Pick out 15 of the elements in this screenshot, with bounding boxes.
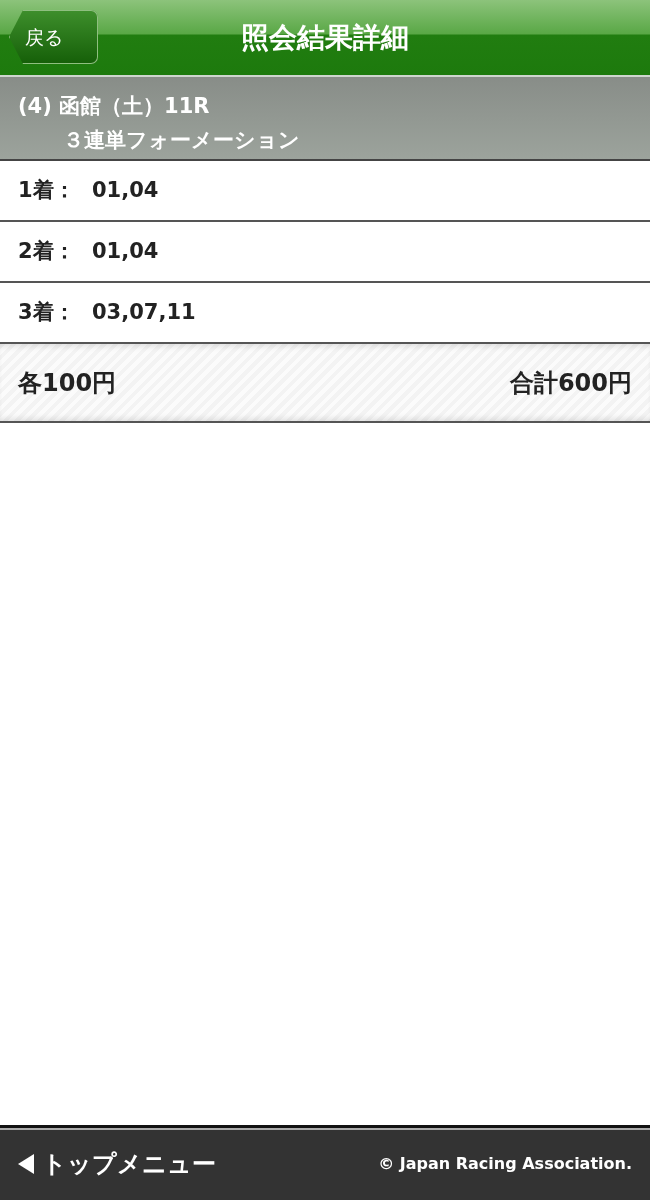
place-label: 2着： <box>18 237 76 265</box>
bet-type: ３連単フォーメーション <box>63 128 300 152</box>
copyright-text: © Japan Racing Association. <box>378 1153 632 1175</box>
horse-numbers: 01,04 <box>92 237 159 265</box>
left-triangle-icon <box>18 1154 34 1174</box>
total-amount: 合計600円 <box>509 367 632 399</box>
back-button[interactable]: 戻る <box>9 10 98 64</box>
place-label: 1着： <box>18 176 76 204</box>
horse-numbers: 01,04 <box>92 176 159 204</box>
place-label: 3着： <box>18 298 76 326</box>
horse-numbers: 03,07,11 <box>92 298 196 326</box>
unit-amount: 各100円 <box>18 367 117 399</box>
top-menu-link[interactable]: トップメニュー <box>18 1146 216 1182</box>
page-title: 照会結果詳細 <box>241 23 409 52</box>
race-name: (4) 函館（土）11R <box>18 94 210 118</box>
